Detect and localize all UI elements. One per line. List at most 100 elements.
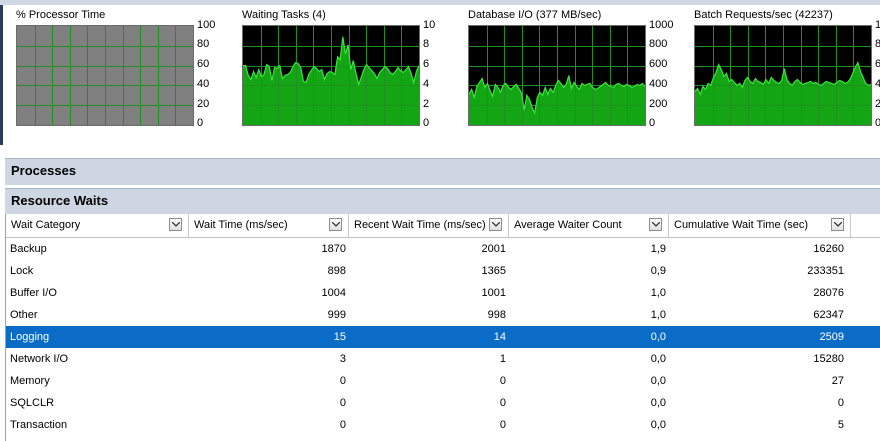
table-row[interactable]: SQLCLR 0 0 0,0 0 bbox=[6, 392, 880, 414]
y-tick: 800 bbox=[649, 38, 668, 50]
batch-requests-y-axis: 10000 8000 6000 4000 2000 0 bbox=[875, 20, 880, 129]
y-tick: 0 bbox=[649, 117, 656, 129]
database-io-y-axis: 1000 800 600 400 200 0 bbox=[649, 20, 694, 129]
column-header-wait-time[interactable]: Wait Time (ms/sec) bbox=[189, 214, 349, 237]
table-cell: 0,0 bbox=[650, 331, 666, 343]
filter-dropdown-button[interactable] bbox=[649, 218, 662, 231]
column-label: Recent Wait Time (ms/sec) bbox=[354, 219, 486, 231]
processor-time-graph bbox=[16, 25, 194, 126]
window-edge bbox=[0, 5, 3, 145]
table-cell: 0 bbox=[499, 419, 506, 431]
table-row[interactable]: Logging 15 14 0,0 2509 bbox=[6, 326, 880, 348]
processor-time-title: % Processor Time bbox=[16, 9, 106, 21]
y-tick: 1000 bbox=[649, 19, 674, 31]
y-tick: 4 bbox=[423, 78, 430, 90]
table-cell: SQLCLR bbox=[10, 397, 55, 409]
table-cell: 0 bbox=[837, 397, 844, 409]
table-cell: 15 bbox=[333, 331, 346, 343]
y-tick: 0 bbox=[875, 117, 880, 129]
database-io-panel: Database I/O (377 MB/sec) 1000 800 600 4… bbox=[468, 5, 694, 150]
y-tick: 6 bbox=[423, 58, 430, 70]
batch-requests-title: Batch Requests/sec (42237) bbox=[694, 9, 833, 21]
table-cell: Other bbox=[10, 309, 38, 321]
table-row[interactable]: Backup 1870 2001 1,9 16260 bbox=[6, 238, 880, 260]
table-cell: 5 bbox=[837, 419, 844, 431]
table-cell: 1004 bbox=[321, 287, 346, 299]
y-tick: 20 bbox=[197, 98, 210, 110]
table-cell: 0 bbox=[339, 419, 346, 431]
y-tick: 10 bbox=[423, 19, 436, 31]
column-header-wait-category[interactable]: Wait Category bbox=[6, 214, 189, 237]
table-cell: 0,0 bbox=[650, 353, 666, 365]
table-cell: Lock bbox=[10, 265, 34, 277]
column-label: Cumulative Wait Time (sec) bbox=[674, 219, 809, 231]
table-row[interactable]: Network I/O 3 1 0,0 15280 bbox=[6, 348, 880, 370]
table-cell: 16260 bbox=[813, 243, 844, 255]
y-tick: 40 bbox=[197, 78, 210, 90]
y-tick: 8 bbox=[423, 38, 430, 50]
table-cell: 0,0 bbox=[650, 419, 666, 431]
table-cell: 1,0 bbox=[650, 287, 666, 299]
column-label: Wait Time (ms/sec) bbox=[194, 219, 288, 231]
table-cell: 0,9 bbox=[650, 265, 666, 277]
chevron-down-icon bbox=[834, 222, 842, 227]
waiting-tasks-panel: Waiting Tasks (4) 10 8 6 4 2 0 bbox=[242, 5, 468, 150]
table-cell: 999 bbox=[327, 309, 346, 321]
table-cell: 1870 bbox=[321, 243, 346, 255]
waiting-tasks-y-axis: 10 8 6 4 2 0 bbox=[423, 20, 468, 129]
filter-dropdown-button[interactable] bbox=[489, 218, 502, 231]
filter-dropdown-button[interactable] bbox=[169, 218, 182, 231]
table-header: Wait Category Wait Time (ms/sec) Recent … bbox=[6, 214, 880, 238]
y-tick: 0 bbox=[423, 117, 430, 129]
table-cell: 1,9 bbox=[650, 243, 666, 255]
table-cell: 0 bbox=[499, 375, 506, 387]
table-cell: 233351 bbox=[807, 265, 844, 277]
processes-section-header[interactable]: Processes bbox=[5, 158, 880, 185]
table-cell: Memory bbox=[10, 375, 50, 387]
table-cell: Logging bbox=[10, 331, 50, 343]
table-row[interactable]: Memory 0 0 0,0 27 bbox=[6, 370, 880, 392]
table-row[interactable]: Buffer I/O 1004 1001 1,0 28076 bbox=[6, 282, 880, 304]
column-label: Average Waiter Count bbox=[514, 219, 622, 231]
chevron-down-icon bbox=[652, 222, 660, 227]
table-cell: 1365 bbox=[481, 265, 506, 277]
resource-waits-section-header[interactable]: Resource Waits bbox=[5, 188, 880, 215]
processes-title: Processes bbox=[11, 163, 77, 178]
y-tick: 600 bbox=[649, 58, 668, 70]
chevron-down-icon bbox=[492, 222, 500, 227]
table-row[interactable]: Lock 898 1365 0,9 233351 bbox=[6, 260, 880, 282]
y-tick: 60 bbox=[197, 58, 210, 70]
table-row[interactable]: Other 999 998 1,0 62347 bbox=[6, 304, 880, 326]
table-cell: 0 bbox=[339, 397, 346, 409]
table-cell: 27 bbox=[831, 375, 844, 387]
table-cell: 0,0 bbox=[650, 375, 666, 387]
chevron-down-icon bbox=[332, 222, 340, 227]
table-row[interactable]: Transaction 0 0 0,0 5 bbox=[6, 414, 880, 436]
batch-requests-graph bbox=[694, 25, 872, 126]
table-cell: 998 bbox=[487, 309, 506, 321]
y-tick: 6000 bbox=[875, 58, 880, 70]
database-io-title: Database I/O (377 MB/sec) bbox=[468, 9, 602, 21]
y-tick: 400 bbox=[649, 78, 668, 90]
column-header-cumulative-wait-time[interactable]: Cumulative Wait Time (sec) bbox=[669, 214, 851, 237]
filter-dropdown-button[interactable] bbox=[329, 218, 342, 231]
waiting-tasks-graph bbox=[242, 25, 420, 126]
y-tick: 10000 bbox=[875, 19, 880, 31]
column-header-recent-wait-time[interactable]: Recent Wait Time (ms/sec) bbox=[349, 214, 509, 237]
y-tick: 2 bbox=[423, 98, 430, 110]
table-cell: Buffer I/O bbox=[10, 287, 57, 299]
y-tick: 4000 bbox=[875, 78, 880, 90]
processor-time-panel: % Processor Time 100 80 60 40 20 0 bbox=[16, 5, 242, 150]
y-tick: 200 bbox=[649, 98, 668, 110]
table-cell: Backup bbox=[10, 243, 47, 255]
chevron-down-icon bbox=[172, 222, 180, 227]
filter-dropdown-button[interactable] bbox=[831, 218, 844, 231]
table-cell: 62347 bbox=[813, 309, 844, 321]
column-label: Wait Category bbox=[11, 219, 81, 231]
table-cell: 2001 bbox=[481, 243, 506, 255]
column-header-average-waiter-count[interactable]: Average Waiter Count bbox=[509, 214, 669, 237]
table-cell: 1 bbox=[499, 353, 506, 365]
y-tick: 80 bbox=[197, 38, 210, 50]
table-cell: 0 bbox=[339, 375, 346, 387]
y-tick: 100 bbox=[197, 19, 216, 31]
